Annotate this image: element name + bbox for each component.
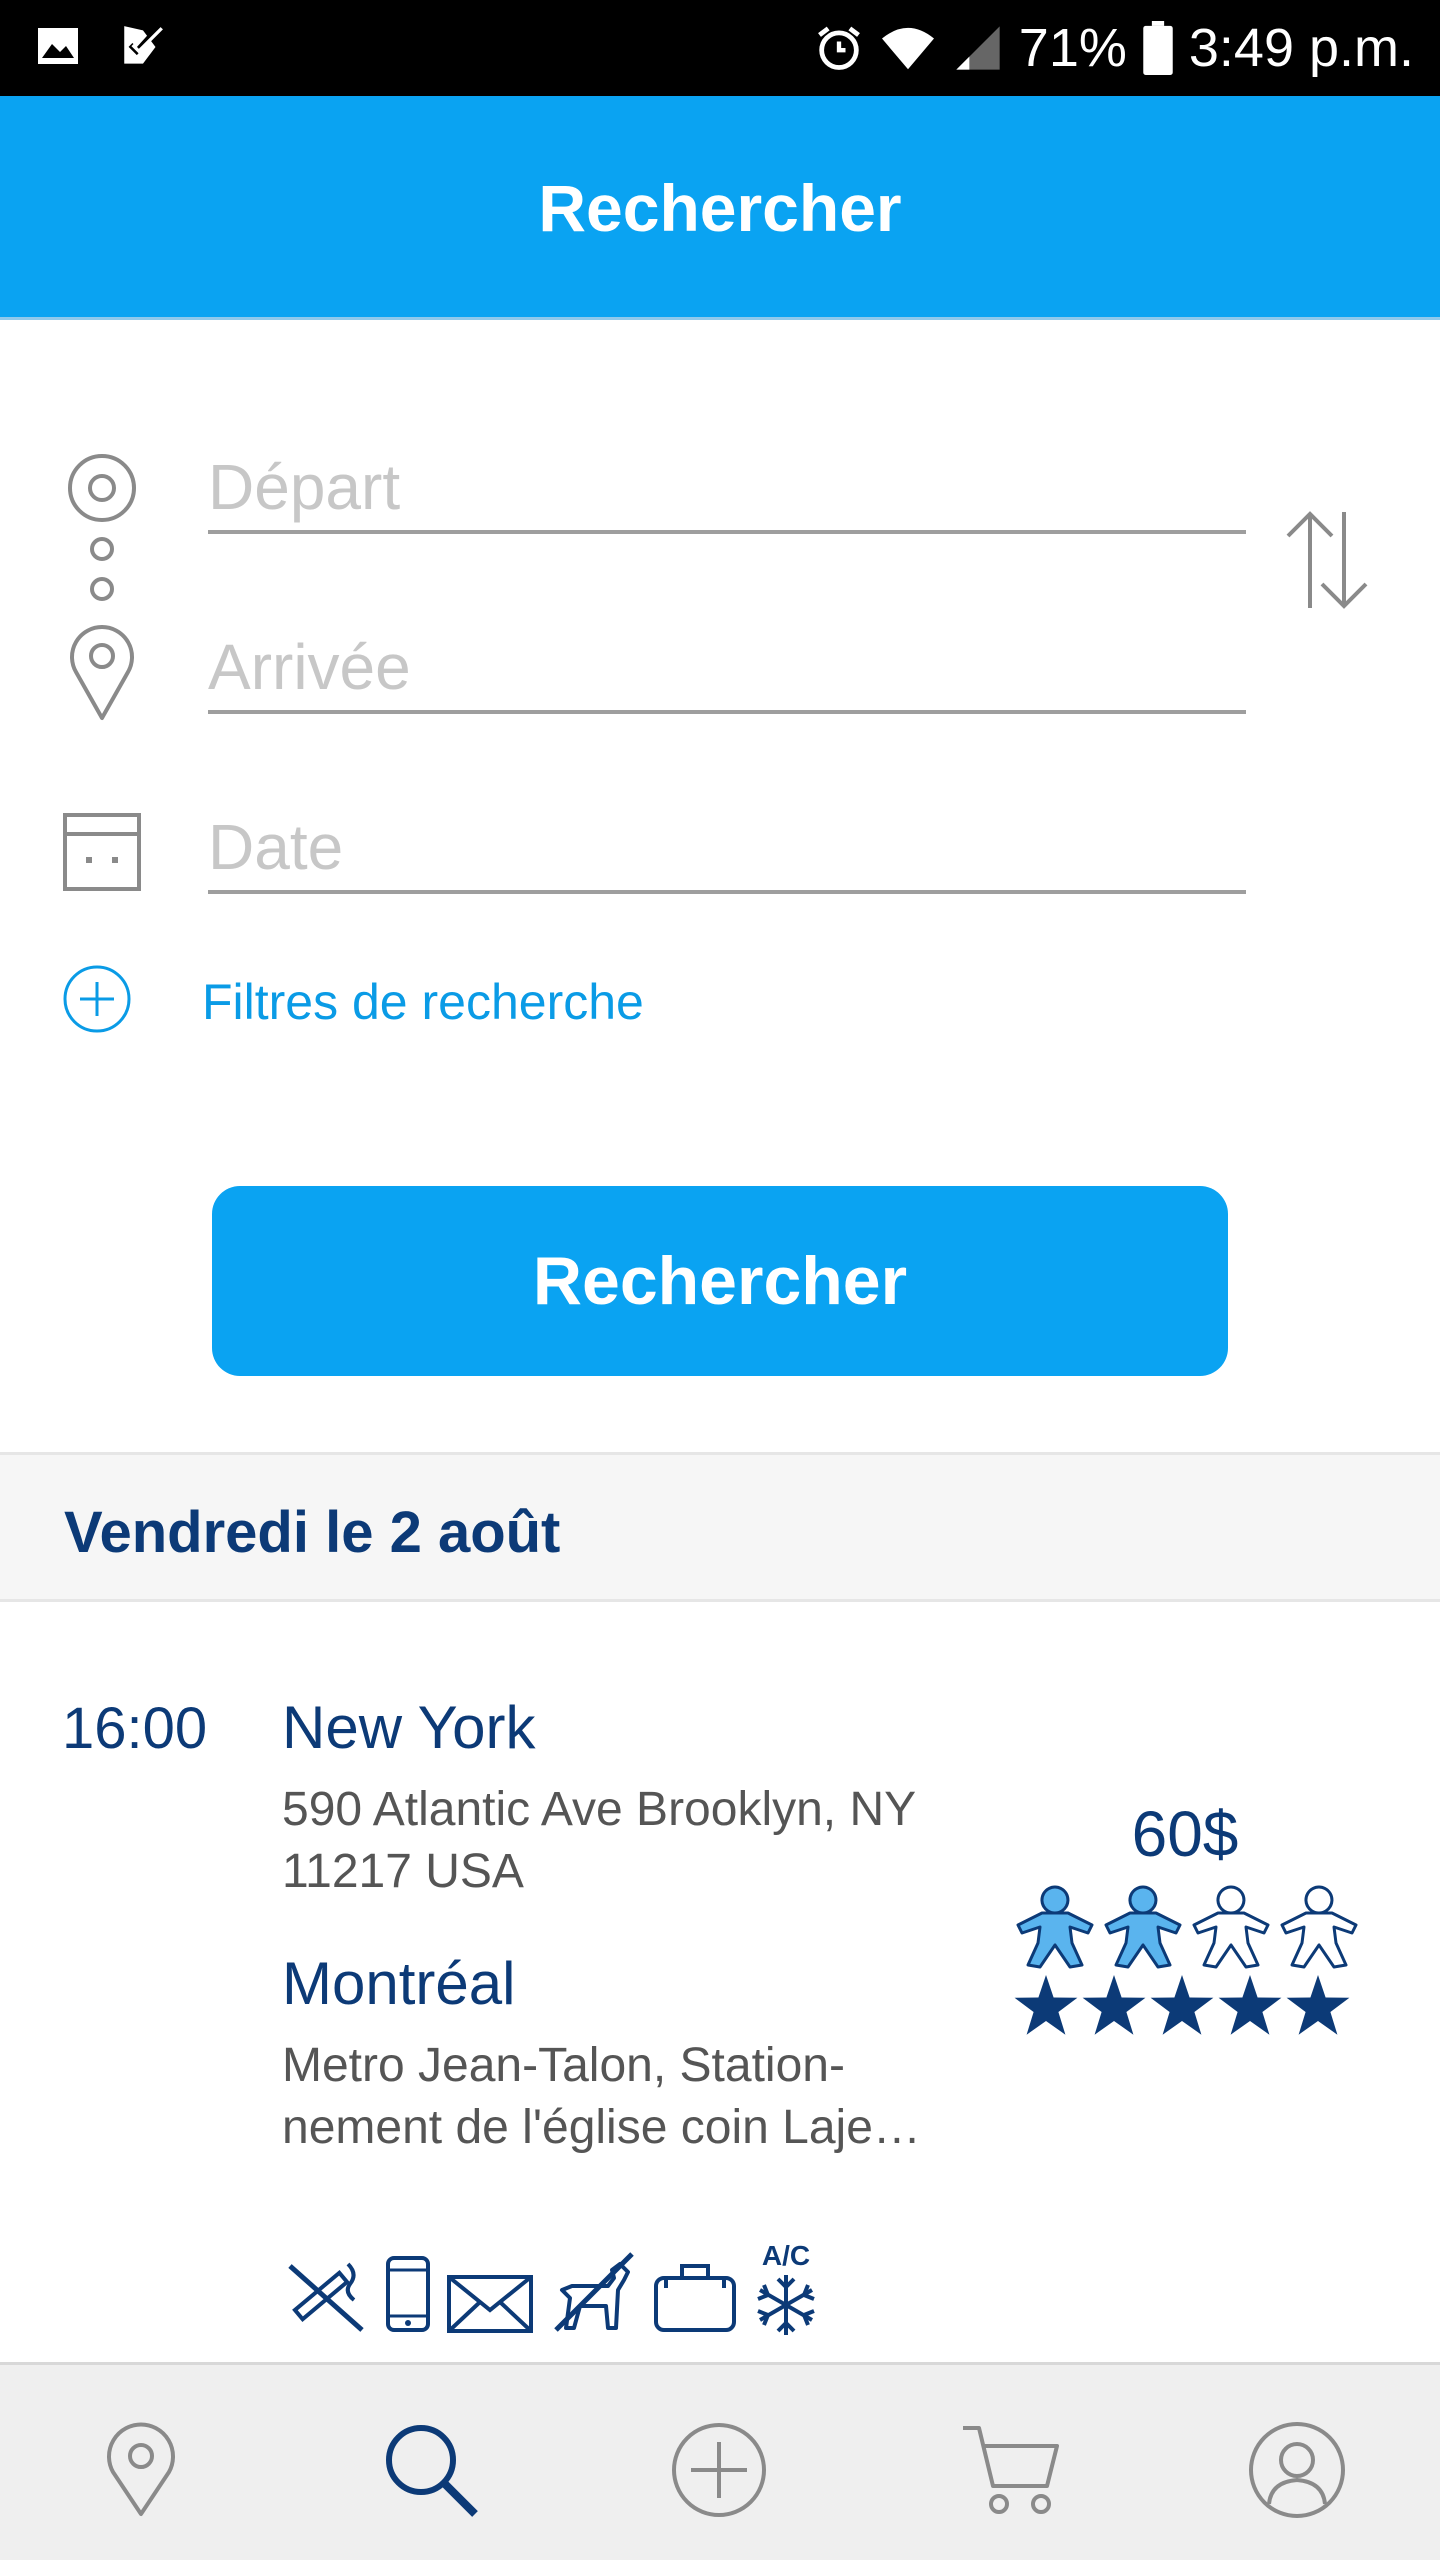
date-section-header: Vendredi le 2 août — [0, 1452, 1440, 1602]
rating-star-icon — [1150, 1975, 1214, 2035]
no-smoking-icon — [284, 2258, 370, 2339]
battery-icon — [1141, 21, 1175, 75]
gallery-icon — [34, 22, 82, 72]
filters-label: Filtres de recherche — [202, 973, 644, 1030]
trip-price: 60$ — [1131, 1798, 1239, 1870]
arrival-input[interactable] — [208, 624, 1246, 710]
alarm-icon — [813, 22, 865, 74]
seat-taken-icon — [1016, 1885, 1094, 1969]
origin-icon — [66, 452, 138, 607]
nav-add-icon[interactable] — [664, 2415, 774, 2525]
search-button[interactable]: Rechercher — [212, 1186, 1228, 1376]
seat-available-icon — [1192, 1885, 1270, 1969]
checkmark-notification-icon — [118, 22, 168, 72]
trip-card[interactable]: 16:00 New York 590 Atlantic Ave Brooklyn… — [0, 1605, 1440, 2365]
date-header-text: Vendredi le 2 août — [64, 1500, 561, 1565]
departure-time: 16:00 — [62, 1696, 208, 1761]
destination-address: Metro Jean-Talon, Station-nement de l'ég… — [282, 2039, 921, 2154]
nav-map-pin-icon[interactable] — [86, 2415, 196, 2525]
date-input[interactable] — [208, 804, 1246, 890]
date-field[interactable] — [208, 804, 1246, 894]
phone-icon — [384, 2254, 432, 2339]
nav-profile-icon[interactable] — [1242, 2415, 1352, 2525]
search-filters-toggle[interactable]: Filtres de recherche — [62, 964, 644, 1039]
calendar-icon — [62, 812, 142, 897]
swap-direction-icon[interactable] — [1282, 508, 1372, 617]
destination-pin-icon — [66, 622, 138, 727]
battery-percent: 71% — [1018, 18, 1127, 78]
seat-availability — [1012, 1883, 1362, 1969]
seat-available-icon — [1280, 1885, 1358, 1969]
page-title: Rechercher — [538, 171, 902, 245]
origin-address: 590 Atlantic Ave Brooklyn, NY 11217 USA — [282, 1783, 916, 1898]
signal-icon — [951, 22, 1005, 74]
nav-search-icon[interactable] — [376, 2415, 486, 2525]
air-conditioning-icon: A/C — [752, 2241, 820, 2339]
amenities-row: A/C — [284, 2241, 820, 2339]
destination-city: Montréal — [282, 1950, 516, 2017]
add-circle-icon — [62, 964, 132, 1039]
arrival-field[interactable] — [208, 624, 1246, 714]
bottom-navigation — [0, 2362, 1440, 2560]
luggage-icon — [652, 2260, 738, 2339]
clock-time: 3:49 p.m. — [1188, 18, 1414, 78]
wifi-icon — [879, 22, 937, 74]
nav-cart-icon[interactable] — [956, 2415, 1066, 2525]
rating-star-icon — [1218, 1975, 1282, 2035]
departure-field[interactable] — [208, 444, 1246, 534]
rating-star-icon — [1014, 1975, 1078, 2035]
origin-city: New York — [282, 1694, 536, 1761]
ac-label: A/C — [761, 2240, 811, 2271]
no-pets-icon — [548, 2250, 638, 2339]
seat-taken-icon — [1104, 1885, 1182, 1969]
mail-icon — [446, 2274, 534, 2339]
driver-rating — [1012, 1973, 1352, 2039]
app-bar: Rechercher — [0, 96, 1440, 320]
departure-input[interactable] — [208, 444, 1246, 530]
rating-star-icon — [1286, 1975, 1350, 2035]
rating-star-icon — [1082, 1975, 1146, 2035]
status-bar: 71% 3:49 p.m. — [0, 0, 1440, 96]
